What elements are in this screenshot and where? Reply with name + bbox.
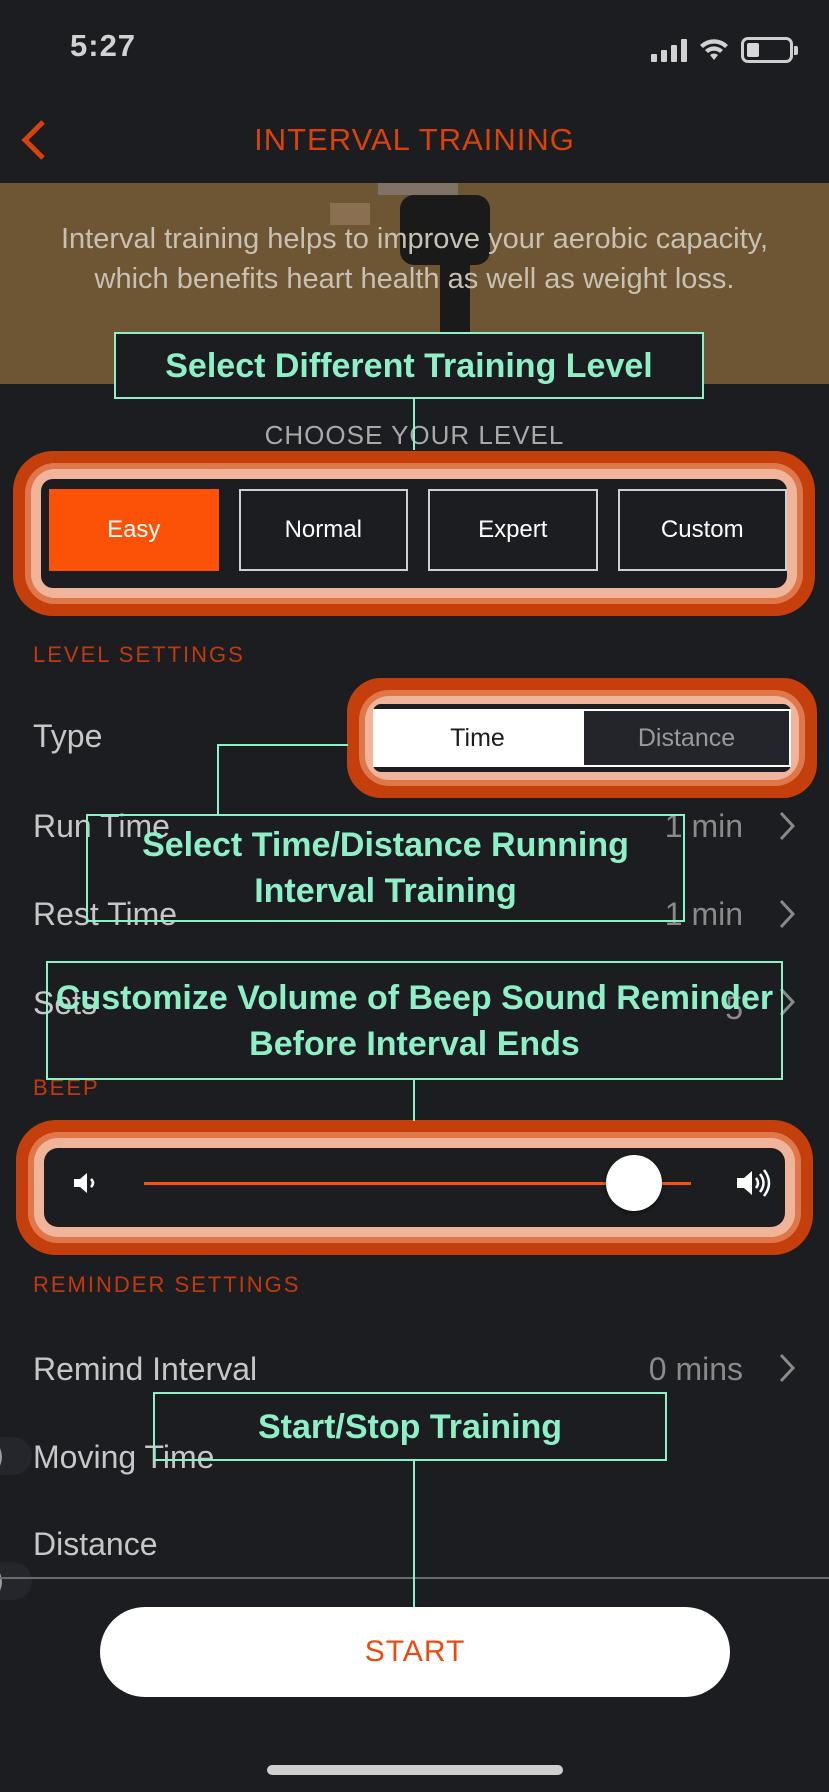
callout-connector bbox=[217, 744, 348, 746]
wifi-icon bbox=[700, 39, 728, 60]
volume-high-icon[interactable] bbox=[735, 1166, 775, 1200]
level-easy-button[interactable]: Easy bbox=[49, 489, 219, 571]
level-normal-button[interactable]: Normal bbox=[238, 489, 408, 571]
moving-time-switch[interactable] bbox=[0, 1437, 32, 1477]
type-distance-option[interactable]: Distance bbox=[582, 709, 791, 767]
volume-thumb[interactable] bbox=[606, 1155, 662, 1211]
hero-description: Interval training helps to improve your … bbox=[60, 223, 769, 295]
type-label: Type bbox=[33, 718, 103, 754]
level-expert-button[interactable]: Expert bbox=[428, 489, 598, 571]
distance-label: Distance bbox=[33, 1526, 158, 1562]
callout-connector bbox=[413, 1460, 415, 1607]
signal-icon bbox=[651, 38, 687, 62]
status-icons bbox=[651, 36, 798, 64]
callout-level: Select Different Training Level bbox=[114, 332, 704, 399]
chevron-right-icon[interactable] bbox=[777, 1351, 797, 1385]
chevron-right-icon[interactable] bbox=[777, 809, 797, 843]
battery-icon bbox=[741, 37, 798, 63]
callout-connector bbox=[413, 398, 415, 450]
chevron-right-icon[interactable] bbox=[777, 897, 797, 931]
reminder-settings-heading: REMINDER SETTINGS bbox=[33, 1272, 301, 1297]
home-indicator bbox=[267, 1765, 563, 1775]
remind-interval-value: 0 mins bbox=[648, 1351, 743, 1387]
callout-start: Start/Stop Training bbox=[153, 1392, 667, 1461]
beep-highlight bbox=[16, 1120, 813, 1255]
callout-connector bbox=[217, 744, 219, 815]
level-highlight: Easy Normal Expert Custom bbox=[13, 451, 815, 616]
callout-type: Select Time/Distance Running Interval Tr… bbox=[86, 814, 685, 922]
status-time: 5:27 bbox=[70, 28, 137, 63]
volume-low-icon[interactable] bbox=[72, 1170, 100, 1196]
callout-beep: Customize Volume of Beep Sound Reminder … bbox=[46, 961, 783, 1080]
level-custom-button[interactable]: Custom bbox=[617, 489, 787, 571]
page-title: INTERVAL TRAINING bbox=[254, 122, 575, 157]
remind-interval-label: Remind Interval bbox=[33, 1351, 258, 1387]
type-toggle: Time Distance bbox=[373, 704, 791, 772]
level-settings-heading: LEVEL SETTINGS bbox=[33, 642, 245, 667]
callout-connector bbox=[413, 1079, 415, 1121]
distance-switch[interactable] bbox=[0, 1562, 32, 1602]
level-selector: Easy Normal Expert Custom bbox=[41, 479, 787, 588]
type-highlight: Time Distance bbox=[347, 678, 817, 798]
type-time-option[interactable]: Time bbox=[373, 709, 582, 767]
start-button[interactable]: START bbox=[100, 1607, 730, 1697]
